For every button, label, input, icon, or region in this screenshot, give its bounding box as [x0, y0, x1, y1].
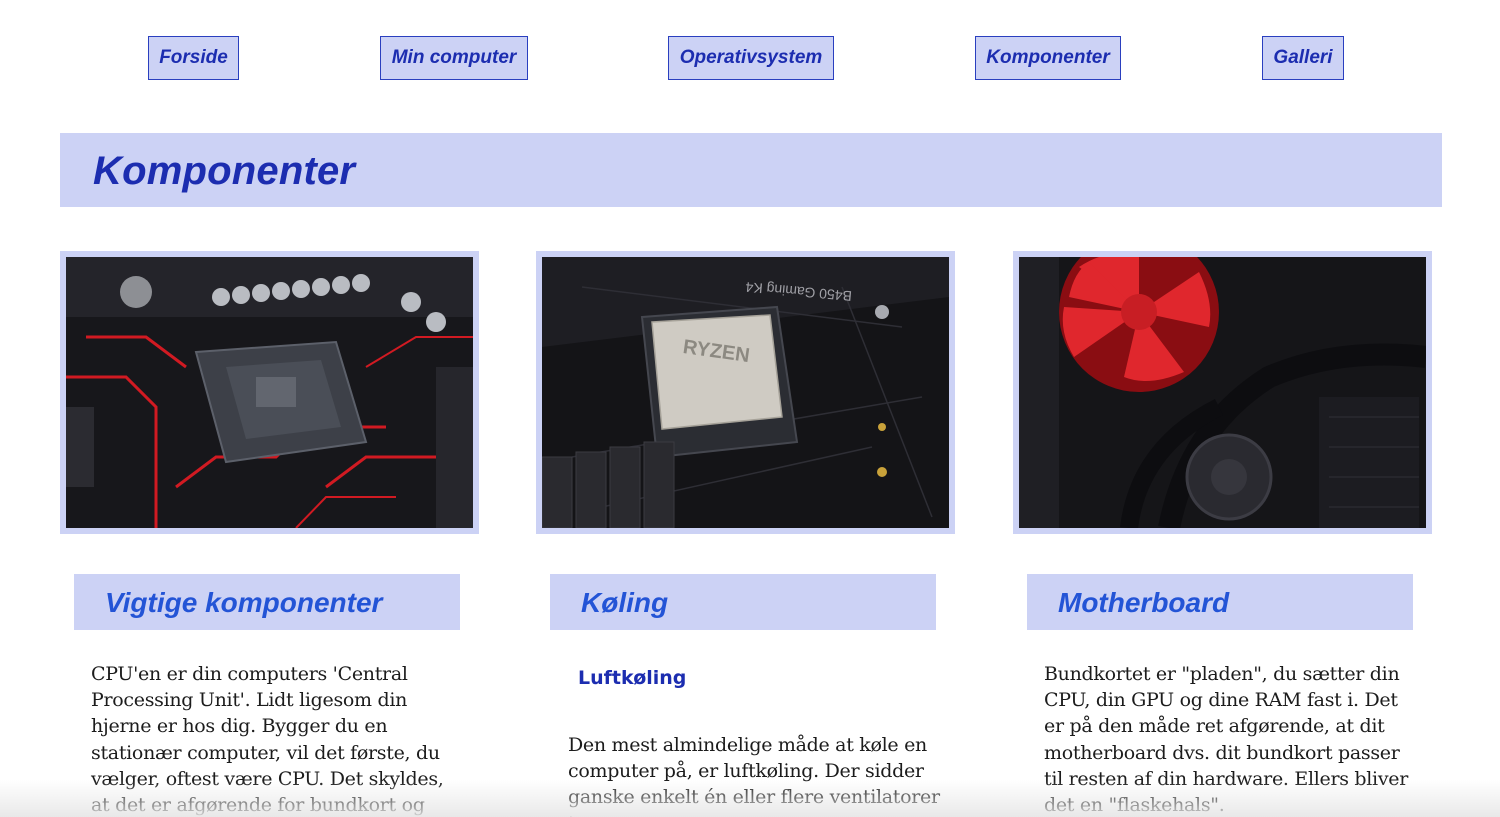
- nav-min-computer[interactable]: Min computer: [380, 36, 528, 80]
- page-title: Komponenter: [93, 149, 356, 193]
- red-fan-cooler-photo-icon: [1019, 257, 1426, 528]
- red-fan-cooler-image-frame: [1013, 251, 1432, 534]
- nav-galleri[interactable]: Galleri: [1262, 36, 1344, 80]
- nav-forside[interactable]: Forside: [148, 36, 239, 80]
- subheading-luftkoling: Luftkøling: [578, 667, 687, 689]
- section-title-vigtige-komponenter: Vigtige komponenter: [105, 587, 383, 618]
- main-nav: Forside Min computer Operativsystem Komp…: [0, 0, 1500, 100]
- cpu-socket-image-frame: [60, 251, 479, 534]
- section-header-vigtige-komponenter: Vigtige komponenter: [74, 574, 460, 630]
- section-title-motherboard: Motherboard: [1058, 587, 1230, 618]
- nav-operativsystem[interactable]: Operativsystem: [668, 36, 834, 80]
- nav-komponenter[interactable]: Komponenter: [975, 36, 1121, 80]
- ryzen-cpu-image-frame: RYZEN B450 Gaming K4: [536, 251, 955, 534]
- section-header-koling: Køling: [550, 574, 936, 630]
- section-title-koling: Køling: [581, 587, 669, 618]
- viewport-bottom-shade: [0, 780, 1500, 817]
- ryzen-cpu-photo-icon: RYZEN B450 Gaming K4: [542, 257, 949, 528]
- cpu-socket-photo-icon: [66, 257, 473, 528]
- section-header-motherboard: Motherboard: [1027, 574, 1413, 630]
- page-title-banner: Komponenter: [60, 133, 1442, 207]
